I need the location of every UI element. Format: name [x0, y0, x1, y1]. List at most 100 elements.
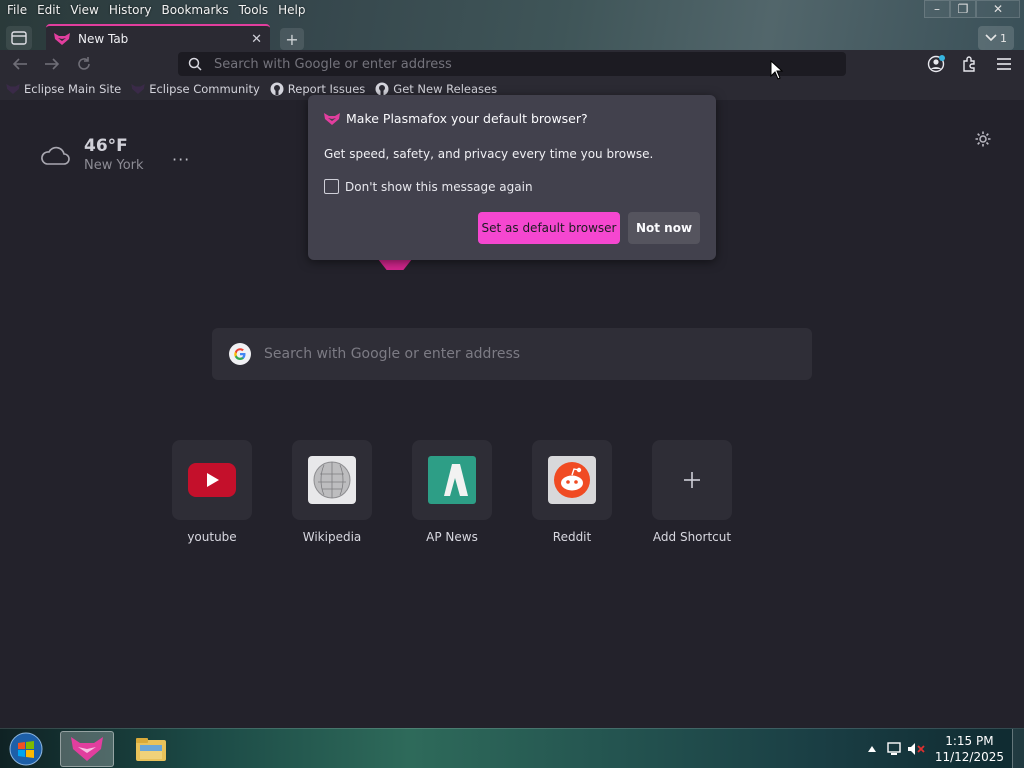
- shortcut-label: Wikipedia: [302, 530, 362, 544]
- chevron-down-icon: [985, 34, 997, 42]
- weather-temperature: 46°F: [84, 136, 128, 156]
- bookmark-eclipse-main-site[interactable]: Eclipse Main Site: [6, 82, 121, 96]
- github-icon: [375, 82, 389, 96]
- menu-bar: File Edit View History Bookmarks Tools H…: [0, 0, 311, 20]
- youtube-icon: [188, 463, 236, 497]
- window-controls: – ❐ ✕: [924, 0, 1020, 18]
- back-arrow-icon: [12, 58, 27, 70]
- shortcut-tile[interactable]: [172, 440, 252, 520]
- app-menu-button[interactable]: [992, 52, 1016, 76]
- maximize-button[interactable]: ❐: [950, 0, 976, 18]
- shortcut-tile[interactable]: [292, 440, 372, 520]
- clock-date: 11/12/2025: [934, 750, 1004, 764]
- tab-new-tab[interactable]: New Tab ✕: [46, 24, 270, 52]
- volume-muted-icon: [907, 743, 925, 755]
- shortcut-add[interactable]: Add Shortcut: [652, 440, 732, 544]
- taskbar-clock[interactable]: 1:15 PM 11/12/2025: [935, 733, 1004, 765]
- back-button[interactable]: [8, 52, 32, 76]
- plasmafox-icon: [71, 737, 103, 761]
- shortcut-tile[interactable]: [652, 440, 732, 520]
- shortcut-youtube[interactable]: youtube: [172, 440, 252, 544]
- bookmark-label: Eclipse Main Site: [24, 82, 122, 96]
- apnews-icon: [428, 456, 476, 504]
- bookmark-label: Report Issues: [287, 82, 366, 96]
- shortcut-wikipedia[interactable]: Wikipedia: [292, 440, 372, 544]
- bookmark-get-new-releases[interactable]: Get New Releases: [375, 82, 497, 96]
- search-icon: [188, 57, 202, 71]
- github-icon: [270, 82, 284, 96]
- list-all-tabs-button[interactable]: 1: [978, 26, 1014, 50]
- menu-edit[interactable]: Edit: [32, 0, 65, 20]
- checkbox-box[interactable]: [324, 179, 339, 194]
- reload-button[interactable]: [72, 52, 96, 76]
- taskbar: 1:15 PM 11/12/2025: [0, 728, 1024, 768]
- plasmafox-icon: [131, 82, 145, 96]
- system-tray: 1:15 PM 11/12/2025: [861, 729, 1024, 768]
- close-window-button[interactable]: ✕: [976, 0, 1020, 18]
- folder-icon: [136, 738, 166, 761]
- menu-history[interactable]: History: [104, 0, 157, 20]
- url-bar[interactable]: Search with Google or enter address: [178, 52, 846, 76]
- cloud-icon: [41, 146, 70, 165]
- menu-tools[interactable]: Tools: [234, 0, 274, 20]
- dialog-title-text: Make Plasmafox your default browser?: [346, 111, 588, 126]
- minimize-button[interactable]: –: [924, 0, 950, 18]
- notification-dot: [939, 55, 945, 61]
- firefox-view-button[interactable]: [6, 26, 32, 50]
- show-desktop-button[interactable]: [1012, 729, 1024, 768]
- shortcut-label: Reddit: [552, 530, 592, 544]
- firefox-view-icon: [11, 31, 27, 45]
- menu-bookmarks[interactable]: Bookmarks: [157, 0, 234, 20]
- bookmark-report-issues[interactable]: Report Issues: [270, 82, 366, 96]
- shortcut-label: AP News: [426, 530, 478, 544]
- forward-button[interactable]: [40, 52, 64, 76]
- shortcut-tile[interactable]: [532, 440, 612, 520]
- clock-time: 1:15 PM: [945, 734, 994, 748]
- page-search-box[interactable]: Search with Google or enter address: [212, 328, 812, 380]
- tab-title: New Tab: [78, 32, 129, 46]
- shortcut-ap-news[interactable]: AP News: [412, 440, 492, 544]
- weather-widget[interactable]: 46°F New York: [40, 136, 144, 173]
- not-now-button[interactable]: Not now: [628, 212, 700, 244]
- set-default-browser-button[interactable]: Set as default browser: [478, 212, 620, 244]
- reload-icon: [78, 57, 90, 70]
- new-tab-button[interactable]: +: [280, 28, 304, 50]
- shortcut-label: Add Shortcut: [652, 530, 732, 544]
- network-icon: [887, 742, 901, 755]
- dont-show-again-checkbox[interactable]: Don't show this message again: [324, 179, 533, 194]
- bookmark-eclipse-community[interactable]: Eclipse Community: [131, 82, 260, 96]
- google-icon: [229, 343, 251, 365]
- show-hidden-icons-button[interactable]: [861, 738, 883, 760]
- dialog-description: Get speed, safety, and privacy every tim…: [324, 147, 654, 161]
- default-browser-dialog: Make Plasmafox your default browser? Get…: [308, 95, 716, 260]
- navigation-toolbar: Search with Google or enter address: [0, 50, 1024, 78]
- menu-view[interactable]: View: [65, 0, 103, 20]
- start-button[interactable]: [6, 731, 46, 767]
- taskbar-file-explorer-button[interactable]: [124, 731, 178, 767]
- account-button[interactable]: [924, 52, 948, 76]
- weather-text: 46°F New York: [84, 136, 144, 173]
- network-tray-button[interactable]: [883, 738, 905, 760]
- forward-arrow-icon: [45, 58, 60, 70]
- tab-strip: New Tab ✕ + 1: [0, 24, 1024, 52]
- weather-more-options-button[interactable]: ···: [172, 150, 190, 169]
- personalize-button[interactable]: [974, 130, 992, 151]
- tab-close-icon[interactable]: ✕: [251, 32, 262, 47]
- shortcut-reddit[interactable]: Reddit: [532, 440, 612, 544]
- volume-tray-button[interactable]: [905, 738, 927, 760]
- weather-location: New York: [84, 158, 144, 173]
- extensions-button[interactable]: [958, 52, 982, 76]
- plus-icon: [684, 472, 700, 488]
- browser-window: File Edit View History Bookmarks Tools H…: [0, 0, 1024, 728]
- menu-help[interactable]: Help: [273, 0, 310, 20]
- windows-start-icon: [9, 732, 43, 766]
- shortcut-label: youtube: [187, 530, 237, 544]
- tab-count: 1: [1000, 31, 1007, 45]
- plasmafox-icon: [324, 112, 340, 125]
- taskbar-plasmafox-button[interactable]: [60, 731, 114, 767]
- mouse-cursor-icon: [770, 60, 784, 80]
- shortcut-tile[interactable]: [412, 440, 492, 520]
- gear-icon: [975, 131, 991, 147]
- top-sites: youtube Wikipedia AP News Reddit Add Sho…: [172, 440, 732, 544]
- menu-file[interactable]: File: [2, 0, 32, 20]
